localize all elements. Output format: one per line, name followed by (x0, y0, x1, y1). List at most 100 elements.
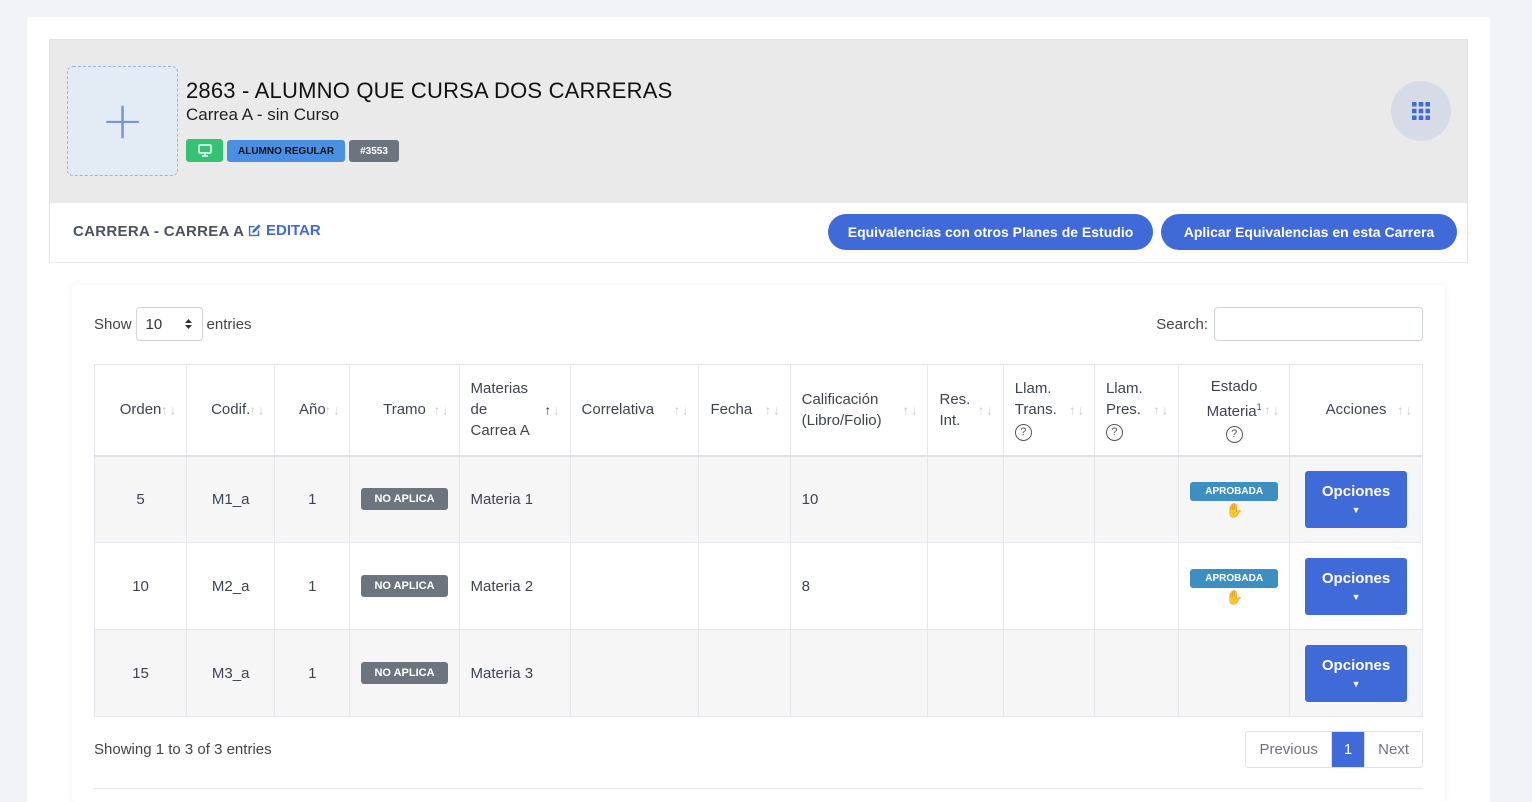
help-icon[interactable]: ? (1014, 424, 1032, 442)
opciones-label: Opciones (1321, 483, 1391, 501)
page-1-button[interactable]: 1 (1330, 732, 1365, 767)
cell-orden: 5 (93, 455, 188, 543)
entries-select[interactable]: 10 (135, 307, 203, 341)
sort-icon: ↑↓ (673, 402, 691, 418)
sort-icon: ↑↓ (1153, 402, 1171, 418)
help-icon[interactable]: ? (1225, 426, 1243, 444)
estado-badge: APROBADA (1190, 481, 1279, 501)
table-search: Search: (1156, 307, 1423, 341)
career-bar: CARRERA - CARREA A EDITAR Equivalencias … (49, 203, 1468, 263)
monitor-icon (197, 144, 212, 157)
show-label: Show (94, 315, 132, 333)
previous-page-button[interactable]: Previous (1246, 732, 1330, 767)
column-header-tramo[interactable]: Tramo ↑↓ (349, 364, 460, 457)
student-profile-header: + 2863 - ALUMNO QUE CURSA DOS CARRERAS C… (49, 39, 1468, 203)
sort-icon: ↑↓ (977, 402, 995, 418)
hand-icon[interactable]: ✋ (1225, 590, 1242, 604)
equivalencias-otros-planes-button[interactable]: Equivalencias con otros Planes de Estudi… (828, 214, 1153, 250)
sort-icon: ↑↓ (902, 402, 920, 418)
caret-down-icon: ▼ (1351, 592, 1361, 602)
cell-estado: APROBADA ✋ (1178, 542, 1291, 630)
edit-icon (248, 224, 261, 237)
column-header-codif[interactable]: Codif. ↑↓ (186, 364, 276, 457)
column-header-correlativa[interactable]: Correlativa ↑↓ (569, 364, 700, 457)
monitor-badge (186, 139, 223, 162)
cell-llam-trans (1002, 455, 1095, 543)
student-title: 2863 - ALUMNO QUE CURSA DOS CARRERAS (186, 78, 673, 103)
help-icon[interactable]: ? (1105, 424, 1123, 442)
cell-calificacion: 8 (789, 542, 929, 630)
column-header-estado-materia[interactable]: Estado Materia1? ↑↓ (1178, 364, 1291, 457)
column-header-fecha[interactable]: Fecha ↑↓ (698, 364, 791, 457)
select-arrows-icon (184, 319, 192, 329)
edit-career-link[interactable]: EDITAR (247, 222, 321, 239)
status-badge-regular: ALUMNO REGULAR (227, 140, 346, 162)
grid-icon (1412, 102, 1430, 120)
sort-icon: ↑↓ (324, 402, 342, 418)
estado-badge: APROBADA (1190, 568, 1279, 588)
apps-menu-button[interactable] (1391, 81, 1451, 141)
sort-icon: ↑↓ (1264, 402, 1282, 418)
sort-icon: ↑↓ (1397, 402, 1414, 418)
column-header-llam-trans[interactable]: Llam. Trans.? ↑↓ (1002, 364, 1095, 457)
column-header-materias[interactable]: Materias de Carrea A ↑↓ (458, 364, 571, 457)
sort-icon: ↑↓ (433, 402, 451, 418)
entries-label: entries (206, 315, 252, 333)
avatar-upload[interactable]: + (67, 66, 178, 176)
cell-llam-pres (1093, 629, 1180, 717)
pagination: Previous 1 Next (1245, 731, 1423, 768)
cell-anio: 1 (274, 455, 351, 543)
sort-icon-active: ↑↓ (544, 402, 562, 418)
hand-icon[interactable]: ✋ (1225, 503, 1242, 517)
cell-calificacion: 10 (789, 455, 929, 543)
table-row: 15 M3_a 1 NO APLICA Materia 3 Opciones ▼ (93, 629, 1423, 717)
cell-tramo: NO APLICA (349, 542, 460, 630)
badge-group: ALUMNO REGULAR #3553 (186, 139, 399, 162)
cell-materia: Materia 2 (458, 542, 571, 630)
sort-icon: ↑↓ (249, 402, 267, 418)
column-header-acciones[interactable]: Acciones ↑↓ (1289, 364, 1423, 457)
caret-down-icon: ▼ (1351, 679, 1361, 689)
column-header-res-int[interactable]: Res. Int. ↑↓ (927, 364, 1004, 457)
tramo-badge: NO APLICA (361, 662, 448, 684)
cell-codif: M2_a (186, 542, 276, 630)
cell-res-int (927, 629, 1004, 717)
table-row: 10 M2_a 1 NO APLICA Materia 2 8 APROBADA… (93, 542, 1423, 630)
opciones-label: Opciones (1321, 657, 1391, 674)
opciones-dropdown-button[interactable]: Opciones ▼ (1305, 470, 1408, 528)
sort-icon: ↑↓ (764, 402, 782, 418)
column-header-orden[interactable]: Orden ↑↓ (93, 364, 188, 457)
table-info: Showing 1 to 3 of 3 entries (94, 741, 272, 758)
opciones-dropdown-button[interactable]: Opciones ▼ (1305, 557, 1408, 615)
cell-llam-pres (1093, 455, 1180, 543)
opciones-label: Opciones (1321, 570, 1391, 587)
divider (94, 788, 1423, 789)
cell-materia: Materia 1 (458, 455, 571, 543)
cell-orden: 10 (93, 542, 188, 630)
cell-fecha (698, 629, 791, 717)
cell-anio: 1 (274, 542, 351, 630)
cell-tramo: NO APLICA (349, 629, 460, 717)
entries-select-value: 10 (145, 315, 163, 333)
cell-res-int (927, 455, 1004, 543)
next-page-button[interactable]: Next (1364, 732, 1422, 767)
search-label: Search: (1156, 315, 1208, 333)
cell-correlativa (569, 542, 700, 630)
career-title: CARRERA - CARREA A (73, 223, 245, 240)
column-header-anio[interactable]: Año ↑↓ (274, 364, 351, 457)
tramo-badge: NO APLICA (361, 488, 448, 511)
cell-codif: M3_a (186, 629, 276, 717)
search-input[interactable] (1214, 307, 1423, 341)
cell-anio: 1 (274, 629, 351, 717)
cell-llam-pres (1093, 542, 1180, 630)
cell-res-int (927, 542, 1004, 630)
student-subtitle: Carrea A - sin Curso (186, 105, 340, 124)
aplicar-equivalencias-button[interactable]: Aplicar Equivalencias en esta Carrera (1161, 214, 1457, 250)
opciones-dropdown-button[interactable]: Opciones ▼ (1305, 644, 1408, 702)
entries-length-control: Show 10 entries (94, 307, 252, 341)
subjects-table: Orden ↑↓ Codif. ↑↓ Año ↑↓ Tramo ↑↓ Materias d… (93, 364, 1423, 717)
caret-down-icon: ▼ (1351, 505, 1361, 516)
column-header-llam-pres[interactable]: Llam. Pres.? ↑↓ (1093, 364, 1180, 457)
column-header-calificacion[interactable]: Calificación (Libro/Folio) ↑↓ (789, 364, 929, 457)
cell-estado (1178, 629, 1291, 717)
